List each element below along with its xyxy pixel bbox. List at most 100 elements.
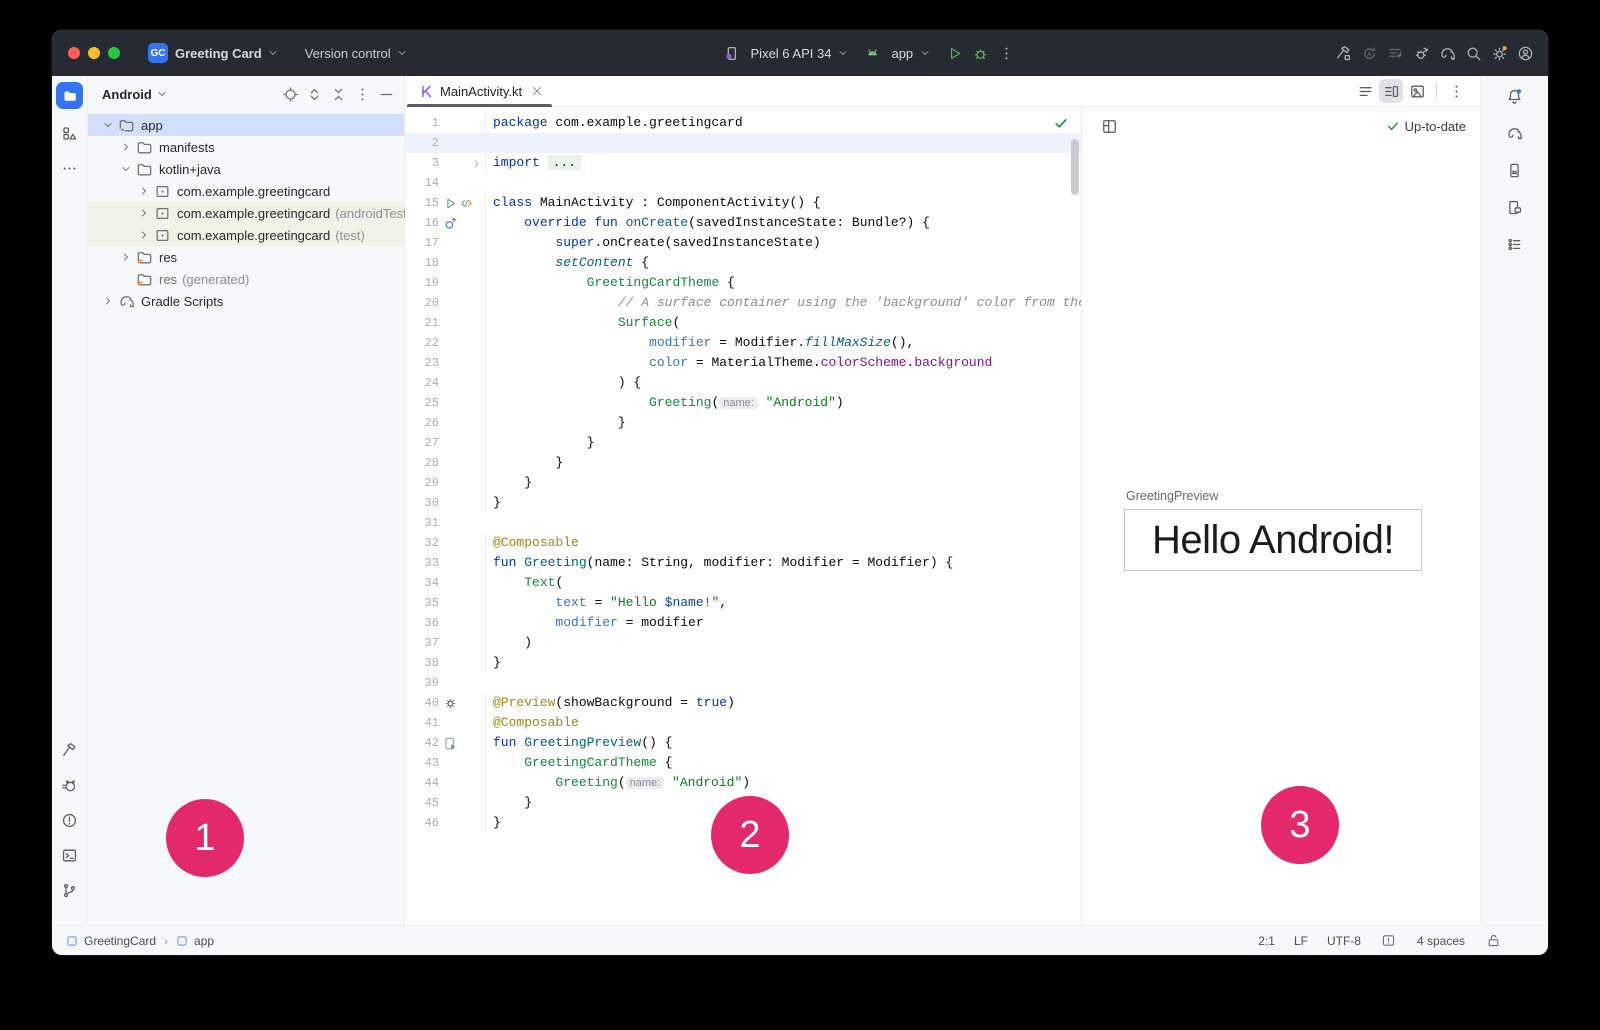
code-line-35[interactable]: 35 text = "Hello $name!", (405, 593, 1081, 613)
chevron-right-icon[interactable] (120, 141, 132, 153)
chevron-right-icon[interactable] (138, 229, 150, 241)
more-horizontal-icon[interactable] (58, 156, 82, 180)
code-line-33[interactable]: 33fun Greeting(name: String, modifier: M… (405, 553, 1081, 573)
code-line-27[interactable]: 27 } (405, 433, 1081, 453)
split-view-icon[interactable] (1379, 79, 1403, 103)
zoom-button[interactable] (108, 47, 120, 59)
chevron-right-icon[interactable] (138, 207, 150, 219)
code-line-34[interactable]: 34 Text( (405, 573, 1081, 593)
chevron-down-icon[interactable] (120, 163, 132, 175)
locate-icon[interactable] (278, 82, 302, 106)
tree-item-app[interactable]: app (88, 114, 404, 136)
code-line-44[interactable]: 44 Greeting(name: "Android") (405, 773, 1081, 793)
search-icon[interactable] (1460, 40, 1486, 66)
device-manager-icon[interactable] (1503, 158, 1527, 182)
logcat-icon[interactable] (58, 773, 82, 797)
run-configuration-selector[interactable]: app (859, 40, 931, 66)
design-view-icon[interactable] (1405, 79, 1429, 103)
device-selector[interactable]: Pixel 6 API 34 (719, 40, 850, 66)
build-icon[interactable] (1330, 40, 1356, 66)
code-line-19[interactable]: 19 GreetingCardTheme { (405, 273, 1081, 293)
preview-layout-icon[interactable] (1098, 115, 1120, 137)
code-line-36[interactable]: 36 modifier = modifier (405, 613, 1081, 633)
tab-mainactivity[interactable]: MainActivity.kt (405, 76, 554, 106)
preview-composable-label[interactable]: GreetingPreview (1126, 489, 1218, 503)
more-vertical-icon[interactable] (993, 40, 1019, 66)
gradle-icon[interactable] (1503, 121, 1527, 145)
code-line-40[interactable]: 40@Preview(showBackground = true) (405, 693, 1081, 713)
run-tasks-icon[interactable] (1382, 40, 1408, 66)
collapse-all-icon[interactable] (326, 82, 350, 106)
code-line-14[interactable]: 14 (405, 173, 1081, 193)
code-line-1[interactable]: 1package com.example.greetingcard (405, 113, 1081, 133)
close-tab-icon[interactable] (530, 84, 544, 98)
more-vertical-icon[interactable] (350, 82, 374, 106)
hide-icon[interactable] (374, 82, 398, 106)
project-tool-button[interactable] (56, 82, 83, 109)
code-view-icon[interactable] (1353, 79, 1377, 103)
unlocked-icon[interactable] (1484, 932, 1502, 950)
terminal-icon[interactable] (58, 843, 82, 867)
code-line-21[interactable]: 21 Surface( (405, 313, 1081, 333)
code-line-37[interactable]: 37 ) (405, 633, 1081, 653)
tree-item-res[interactable]: res(generated) (88, 268, 404, 290)
code-line-16[interactable]: 16 override fun onCreate(savedInstanceSt… (405, 213, 1081, 233)
code-line-38[interactable]: 38} (405, 653, 1081, 673)
run-icon[interactable] (941, 40, 967, 66)
app-inspection-icon[interactable] (1503, 232, 1527, 256)
code-line-30[interactable]: 30} (405, 493, 1081, 513)
code-line-31[interactable]: 31 (405, 513, 1081, 533)
code-line-3[interactable]: 3import ... (405, 153, 1081, 173)
code-line-24[interactable]: 24 ) { (405, 373, 1081, 393)
code-line-42[interactable]: 42fun GreetingPreview() { (405, 733, 1081, 753)
override-method-icon[interactable] (443, 216, 458, 231)
tree-item-com-example-greetingcard[interactable]: com.example.greetingcard (88, 180, 404, 202)
build-hammer-icon[interactable] (58, 738, 82, 762)
attach-debugger-icon[interactable] (1408, 40, 1434, 66)
tree-item-res[interactable]: res (88, 246, 404, 268)
problems-icon[interactable] (58, 808, 82, 832)
notifications-icon[interactable] (1503, 84, 1527, 108)
code-line-29[interactable]: 29 } (405, 473, 1081, 493)
chevron-right-icon[interactable] (102, 295, 114, 307)
running-devices-icon[interactable] (1503, 195, 1527, 219)
code-line-2[interactable]: 2 (405, 133, 1081, 153)
gear-icon[interactable] (443, 696, 458, 711)
project-view-selector[interactable]: Android (102, 87, 168, 102)
close-button[interactable] (68, 47, 80, 59)
chevron-right-icon[interactable] (138, 185, 150, 197)
minimize-button[interactable] (88, 47, 100, 59)
fold-chevron-icon[interactable] (471, 158, 482, 169)
code-line-41[interactable]: 41@Composable (405, 713, 1081, 733)
tree-item-manifests[interactable]: manifests (88, 136, 404, 158)
tree-item-gradle-scripts[interactable]: Gradle Scripts (88, 290, 404, 312)
code-line-32[interactable]: 32@Composable (405, 533, 1081, 553)
code-line-15[interactable]: 15class MainActivity : ComponentActivity… (405, 193, 1081, 213)
preview-run-icon[interactable] (443, 736, 458, 751)
code-line-43[interactable]: 43 GreetingCardTheme { (405, 753, 1081, 773)
caret-position[interactable]: 2:1 (1258, 934, 1275, 948)
code-line-22[interactable]: 22 modifier = Modifier.fillMaxSize(), (405, 333, 1081, 353)
code-line-18[interactable]: 18 setContent { (405, 253, 1081, 273)
account-icon[interactable] (1512, 40, 1538, 66)
tree-item-com-example-greetingcard[interactable]: com.example.greetingcard(androidTest) (88, 202, 404, 224)
inspection-widget-icon[interactable] (1380, 932, 1398, 950)
tree-item-kotlin-java[interactable]: kotlin+java (88, 158, 404, 180)
indent-setting[interactable]: 4 spaces (1417, 934, 1465, 948)
project-menu[interactable]: Greeting Card (175, 46, 279, 61)
code-line-26[interactable]: 26 } (405, 413, 1081, 433)
editor-scrollbar[interactable] (1071, 139, 1079, 195)
breadcrumb[interactable]: GreetingCard›app (66, 934, 214, 948)
tree-item-com-example-greetingcard[interactable]: com.example.greetingcard(test) (88, 224, 404, 246)
chevron-right-icon[interactable] (120, 251, 132, 263)
code-line-20[interactable]: 20 // A surface container using the 'bac… (405, 293, 1081, 313)
gradle-sync-icon[interactable] (1434, 40, 1460, 66)
expand-all-icon[interactable] (302, 82, 326, 106)
code-line-23[interactable]: 23 color = MaterialTheme.colorScheme.bac… (405, 353, 1081, 373)
file-encoding[interactable]: UTF-8 (1327, 934, 1361, 948)
more-vertical-icon[interactable] (1444, 79, 1468, 103)
code-line-39[interactable]: 39 (405, 673, 1081, 693)
code-line-17[interactable]: 17 super.onCreate(savedInstanceState) (405, 233, 1081, 253)
line-separator[interactable]: LF (1294, 934, 1308, 948)
preview-render[interactable]: Hello Android! (1124, 509, 1422, 571)
